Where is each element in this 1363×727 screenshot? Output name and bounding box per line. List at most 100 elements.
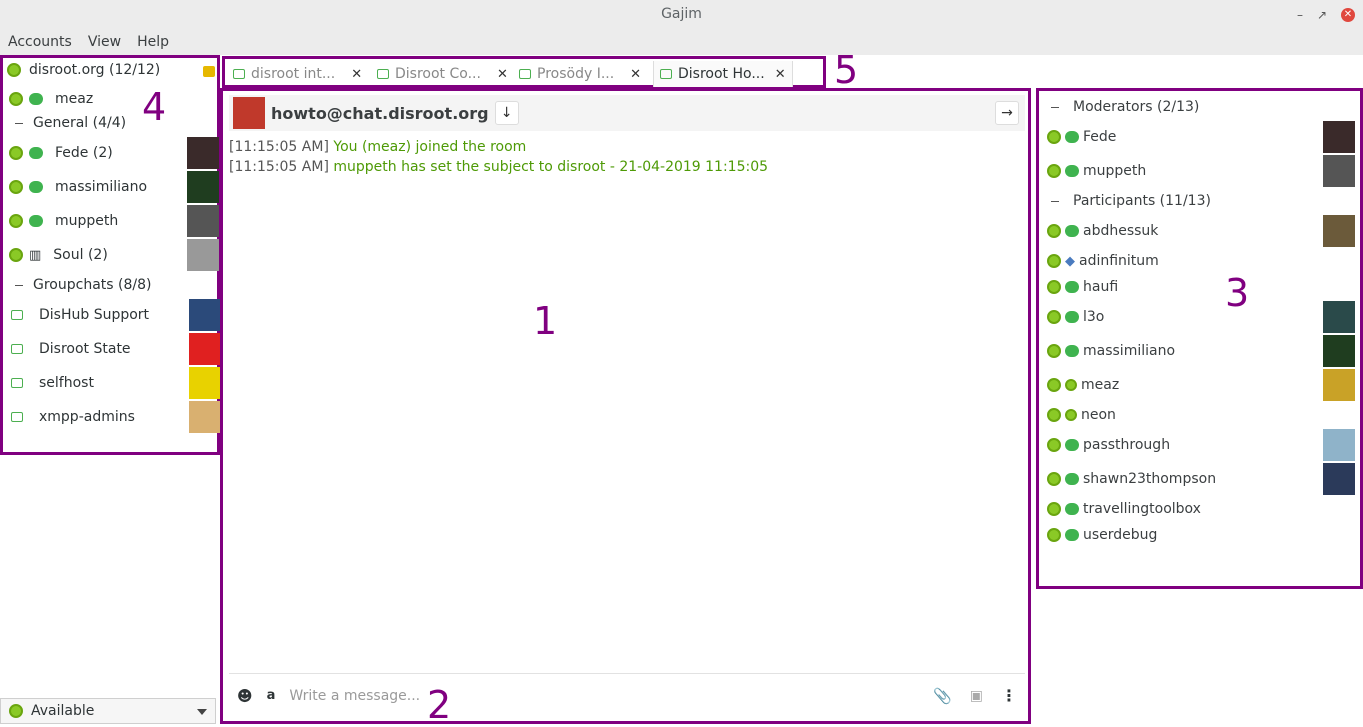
tab-prosody[interactable]: Prosödy I... ✕ xyxy=(519,61,641,87)
tab-label: Prosödy I... xyxy=(537,66,615,82)
member-row[interactable]: userdebug xyxy=(1047,521,1357,549)
member-row[interactable]: travellingtoolbox xyxy=(1047,495,1357,523)
chevron-down-icon xyxy=(197,709,207,715)
window-title: Gajim xyxy=(661,6,702,22)
attachment-icon[interactable]: 📎 xyxy=(933,687,952,705)
contact-name: massimiliano xyxy=(55,179,148,195)
contact-name: Fede (2) xyxy=(55,145,113,161)
online-status-icon xyxy=(9,704,23,718)
close-icon[interactable]: ✕ xyxy=(1341,7,1355,22)
close-tab-icon[interactable]: ✕ xyxy=(497,67,508,82)
member-row[interactable]: l3o xyxy=(1047,301,1357,333)
groupchat-name: DisHub Support xyxy=(39,307,150,323)
contact-row[interactable]: ▥ Soul (2) xyxy=(9,238,223,272)
message-row: [11:15:05 AM] muppeth has set the subjec… xyxy=(229,157,768,177)
online-status-icon xyxy=(7,63,21,77)
encryption-icon[interactable]: ▣ xyxy=(970,688,983,704)
online-status-icon xyxy=(9,146,23,160)
member-name: l3o xyxy=(1083,309,1105,325)
collapse-icon[interactable] xyxy=(15,122,23,124)
member-name: travellingtoolbox xyxy=(1083,501,1201,517)
member-name: meaz xyxy=(1081,377,1120,393)
status-selector[interactable]: Available xyxy=(0,698,216,724)
groupchat-icon xyxy=(519,69,531,79)
room-title: howto@chat.disroot.org xyxy=(271,103,489,123)
tab-disroot-int[interactable]: disroot int... ✕ xyxy=(233,61,362,87)
annotation-1: 1 xyxy=(533,299,558,343)
emoji-icon[interactable]: ☻ xyxy=(237,687,253,705)
member-row[interactable]: ◆ adinfinitum xyxy=(1047,247,1357,275)
robot-icon: ▥ xyxy=(29,247,42,263)
contact-name: meaz xyxy=(55,91,94,107)
menubar: Accounts View Help xyxy=(0,29,1363,55)
group-groupchats[interactable]: Groupchats (8/8) xyxy=(3,268,217,302)
member-row[interactable]: abdhessuk xyxy=(1047,215,1357,247)
member-name: abdhessuk xyxy=(1083,223,1159,239)
composer: ☻ a Write a message... 📎 ▣ ⋮ xyxy=(229,673,1025,717)
close-tab-icon[interactable]: ✕ xyxy=(351,67,362,82)
member-row[interactable]: muppeth xyxy=(1047,155,1357,187)
member-name: shawn23thompson xyxy=(1083,471,1217,487)
avatar xyxy=(1323,301,1355,333)
message-text: muppeth has set the subject to disroot -… xyxy=(333,159,769,175)
member-row[interactable]: massimiliano xyxy=(1047,335,1357,367)
account-label: disroot.org (12/12) xyxy=(29,62,161,78)
groupchat-row[interactable]: selfhost xyxy=(11,366,225,400)
groupchat-row[interactable]: Disroot State xyxy=(11,332,225,366)
member-row[interactable]: meaz xyxy=(1047,369,1357,401)
tab-disroot-co[interactable]: Disroot Co... ✕ xyxy=(377,61,508,87)
menu-view[interactable]: View xyxy=(88,34,121,50)
menu-help[interactable]: Help xyxy=(137,34,169,50)
groupchat-name: xmpp-admins xyxy=(39,409,135,425)
account-row[interactable]: disroot.org (12/12) xyxy=(7,58,221,82)
more-options-icon[interactable]: ⋮ xyxy=(1001,686,1017,705)
groupchat-row[interactable]: xmpp-admins xyxy=(11,400,225,434)
chat-bubble-icon xyxy=(1065,281,1079,293)
close-tab-icon[interactable]: ✕ xyxy=(775,67,786,82)
groupchat-icon xyxy=(11,344,23,354)
contact-row[interactable]: muppeth xyxy=(9,204,223,238)
group-label: Groupchats (8/8) xyxy=(33,277,152,293)
contact-name: muppeth xyxy=(55,213,119,229)
tab-label: Disroot Co... xyxy=(395,66,481,82)
collapse-icon[interactable] xyxy=(1051,200,1059,202)
group-moderators[interactable]: Moderators (2/13) xyxy=(1047,93,1357,121)
collapse-icon[interactable] xyxy=(1051,106,1059,108)
format-icon[interactable]: a xyxy=(267,688,276,703)
contact-row[interactable]: massimiliano xyxy=(9,170,223,204)
online-status-icon xyxy=(1065,379,1077,391)
group-label: Moderators (2/13) xyxy=(1073,99,1200,115)
menu-accounts[interactable]: Accounts xyxy=(8,34,72,50)
contact-name: Soul (2) xyxy=(53,247,108,263)
member-name: haufi xyxy=(1083,279,1119,295)
online-status-icon xyxy=(9,248,23,262)
tab-disroot-ho[interactable]: Disroot Ho... ✕ xyxy=(653,61,793,87)
group-participants[interactable]: Participants (11/13) xyxy=(1047,187,1357,215)
member-row[interactable]: passthrough xyxy=(1047,429,1357,461)
chat-bubble-icon xyxy=(1065,529,1079,541)
groupchat-row[interactable]: DisHub Support xyxy=(11,298,225,332)
contact-row[interactable]: Fede (2) xyxy=(9,136,223,170)
online-status-icon xyxy=(9,180,23,194)
member-name: muppeth xyxy=(1083,163,1147,179)
arrow-right-icon[interactable]: → xyxy=(995,101,1019,125)
arrow-down-icon[interactable]: ↓ xyxy=(494,101,519,125)
maximize-icon[interactable]: ↗ xyxy=(1317,1,1327,29)
message-input[interactable]: Write a message... xyxy=(289,688,420,704)
group-general[interactable]: General (4/4) xyxy=(3,106,217,140)
close-tab-icon[interactable]: ✕ xyxy=(630,67,641,82)
member-row[interactable]: neon xyxy=(1047,401,1357,429)
chat-highlight-1: howto@chat.disroot.org ↓ → [11:15:05 AM]… xyxy=(220,88,1031,727)
avatar xyxy=(1323,463,1355,495)
avatar xyxy=(189,333,221,365)
collapse-icon[interactable] xyxy=(15,284,23,286)
avatar xyxy=(189,401,221,433)
member-row[interactable]: shawn23thompson xyxy=(1047,463,1357,495)
online-status-icon xyxy=(1047,254,1061,268)
message-row: [11:15:05 AM] You (meaz) joined the room xyxy=(229,137,768,157)
member-row[interactable]: haufi xyxy=(1047,273,1357,301)
member-row[interactable]: Fede xyxy=(1047,121,1357,153)
minimize-icon[interactable]: – xyxy=(1297,1,1303,29)
member-name: passthrough xyxy=(1083,437,1171,453)
tabs-highlight-5: disroot int... ✕ Disroot Co... ✕ Prosödy… xyxy=(222,56,826,88)
